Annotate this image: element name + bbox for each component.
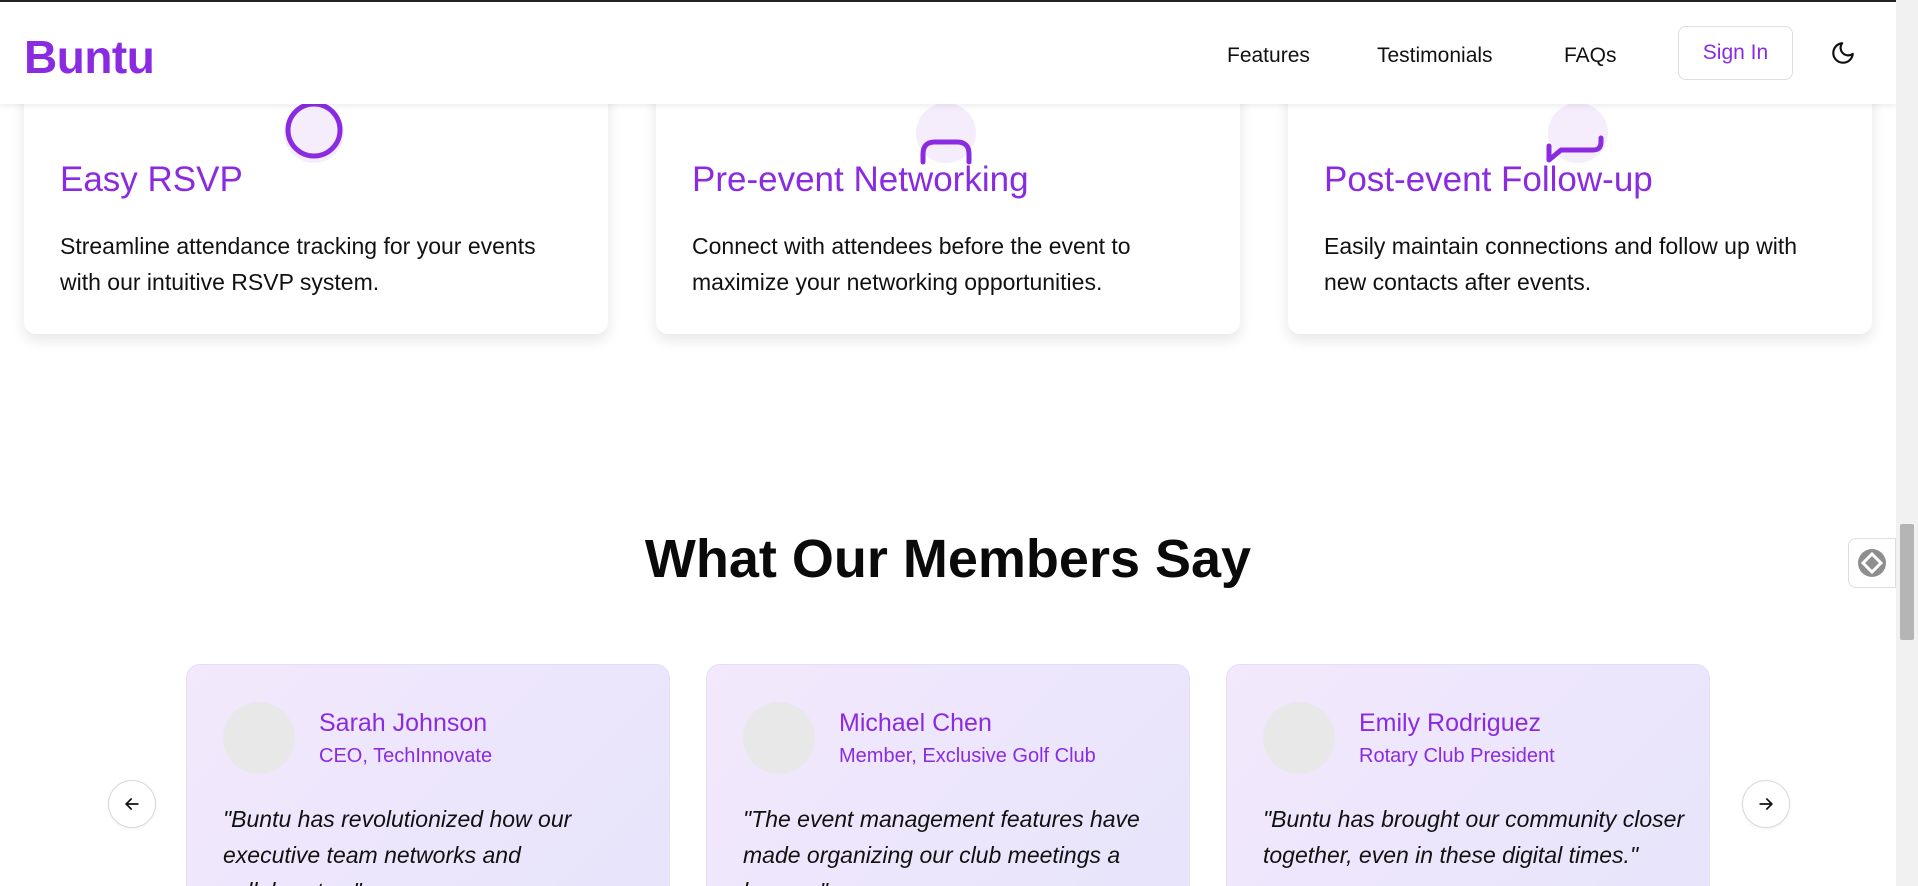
moon-icon[interactable] [1830,40,1856,66]
message-icon [1543,98,1613,168]
site-header: Buntu Features Testimonials FAQs Sign In [0,2,1896,104]
sign-in-button[interactable]: Sign In [1678,26,1793,80]
testimonial-card: Michael Chen Member, Exclusive Golf Club… [706,664,1190,886]
testimonial-name: Emily Rodriguez [1359,709,1542,737]
floating-assistant-icon[interactable] [1848,538,1896,588]
avatar [223,702,295,774]
testimonial-quote: "Buntu has revolutionized how our execut… [223,806,572,886]
arrow-left-icon[interactable] [108,780,156,828]
testimonial-name: Sarah Johnson [319,709,488,737]
user-icon [911,98,981,168]
nav-link-testimonials[interactable]: Testimonials [1377,44,1493,68]
feature-title: Post-event Follow-up [1324,160,1653,199]
logo[interactable]: Buntu [24,30,155,84]
avatar [1263,702,1335,774]
feature-description: Easily maintain connections and follow u… [1324,233,1798,295]
clock-icon [279,98,349,168]
testimonial-name: Michael Chen [839,709,992,737]
scrollbar-thumb[interactable] [1900,524,1914,640]
nav-link-features[interactable]: Features [1227,44,1310,68]
feature-title: Pre-event Networking [692,160,1029,199]
testimonial-role: Rotary Club President [1359,745,1555,767]
testimonial-quote: "The event management features have made… [743,806,1140,886]
nav-link-faqs[interactable]: FAQs [1564,44,1617,68]
testimonial-card: Emily Rodriguez Rotary Club President "B… [1226,664,1710,886]
vertical-scrollbar[interactable] [1896,0,1918,886]
arrow-right-icon[interactable] [1742,780,1790,828]
testimonial-role: CEO, TechInnovate [319,745,493,767]
avatar [743,702,815,774]
testimonial-role: Member, Exclusive Golf Club [839,745,1096,767]
testimonials-heading: What Our Members Say [644,529,1252,589]
feature-description: Connect with attendees before the event … [692,233,1131,295]
testimonial-card: Sarah Johnson CEO, TechInnovate "Buntu h… [186,664,670,886]
feature-title: Easy RSVP [60,160,243,199]
feature-description: Streamline attendance tracking for your … [60,233,536,295]
window-top-border [0,0,1918,2]
page: Buntu Features Testimonials FAQs Sign In… [0,0,1896,886]
testimonial-quote: "Buntu has brought our community closer … [1263,806,1685,868]
